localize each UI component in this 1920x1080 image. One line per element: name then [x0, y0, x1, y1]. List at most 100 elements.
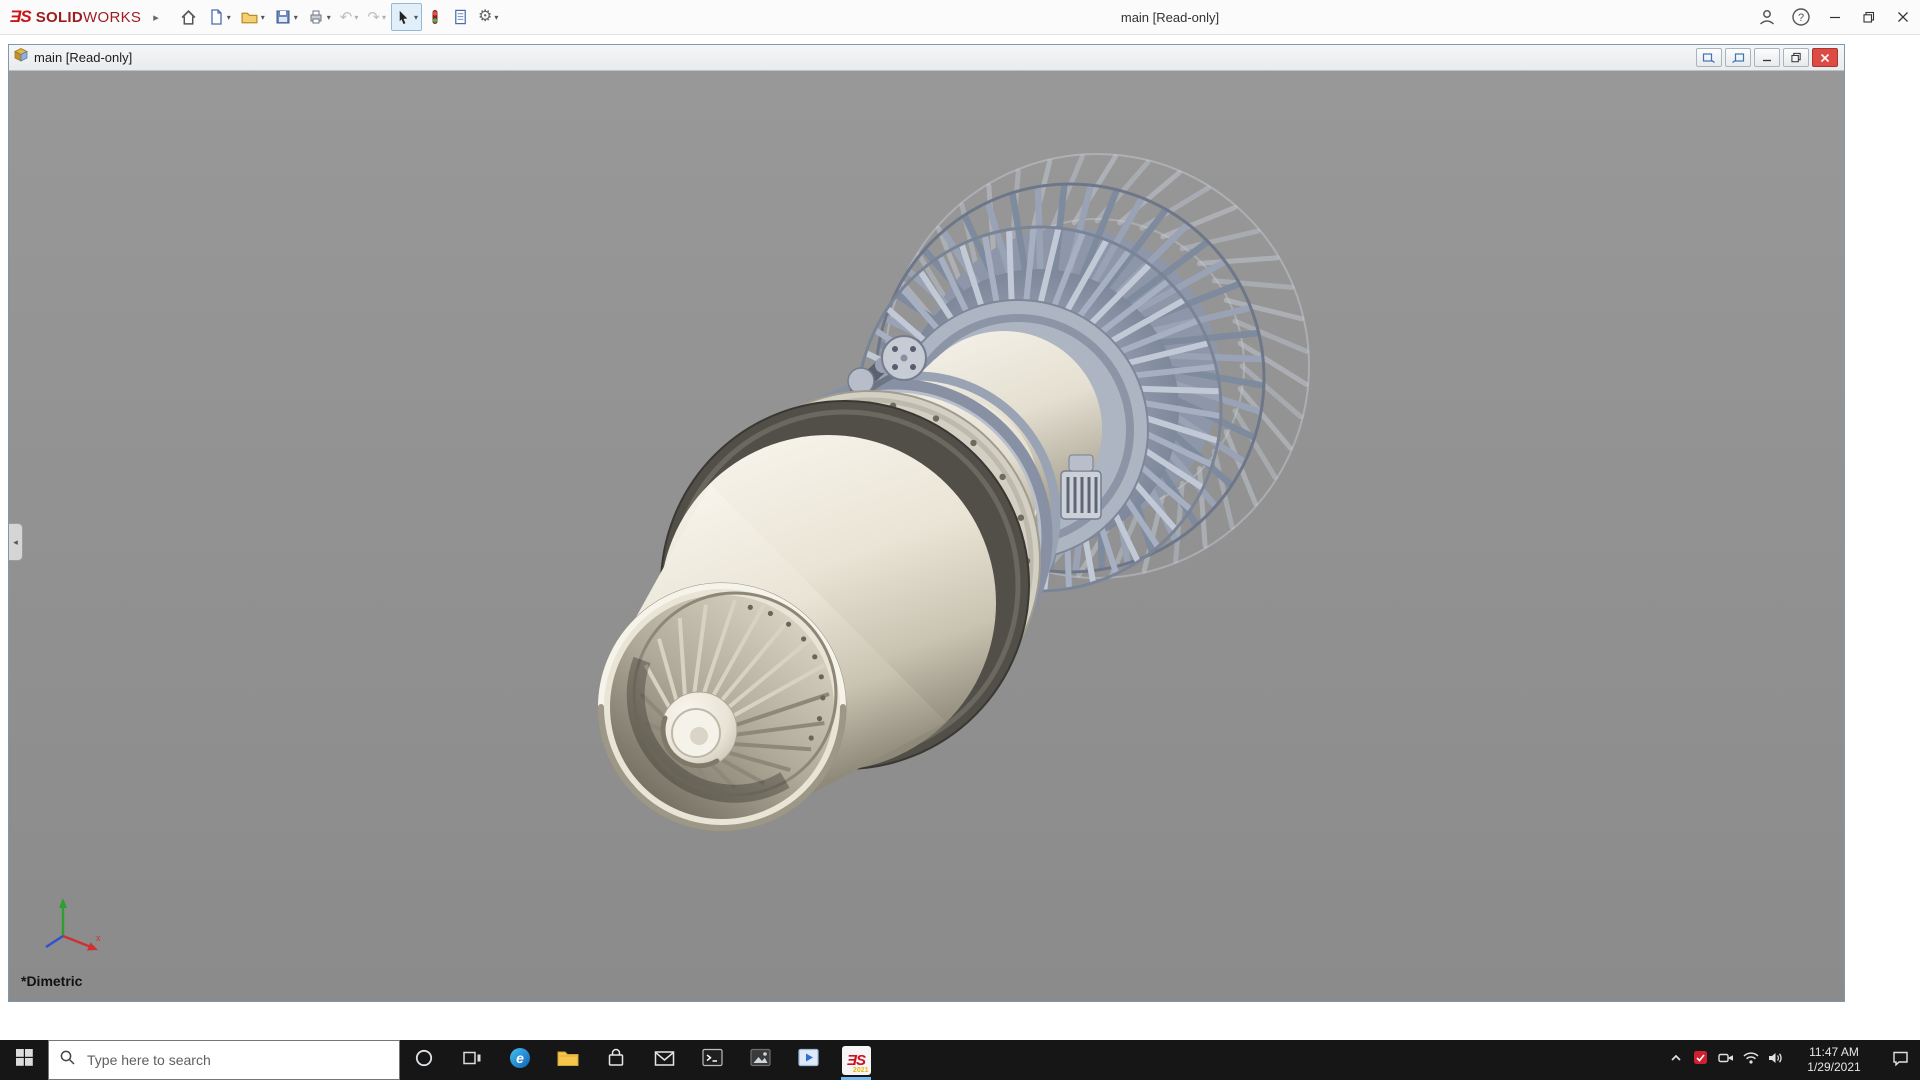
- app-titlebar[interactable]: ƎS SOLIDWORKS ▸ ▾ ▾ ▾ ▾: [0, 0, 1920, 35]
- edge-button[interactable]: e: [496, 1040, 544, 1080]
- chevron-down-icon[interactable]: ▾: [294, 13, 298, 22]
- restore-button[interactable]: [1852, 0, 1886, 34]
- solidworks-monitor-icon: [1693, 1050, 1708, 1070]
- solidworks-app-icon: ƎS 2021: [842, 1046, 871, 1075]
- search-input[interactable]: [85, 1051, 389, 1069]
- edge-icon: e: [508, 1046, 532, 1075]
- cortana-icon: [414, 1048, 434, 1073]
- clock-time: 11:47 AM: [1791, 1045, 1877, 1060]
- terminal-icon: [701, 1047, 724, 1073]
- home-button[interactable]: [175, 3, 202, 31]
- chevron-down-icon[interactable]: ▾: [227, 13, 231, 22]
- store-icon: [605, 1047, 627, 1074]
- select-cursor-icon: [395, 9, 412, 26]
- hidden-icons-button[interactable]: [1663, 1040, 1688, 1080]
- mail-icon: [653, 1048, 676, 1073]
- app-title: main [Read-only]: [420, 10, 1920, 25]
- document-window-controls: [1696, 48, 1840, 67]
- redo-icon: ↷: [367, 8, 380, 26]
- help-button[interactable]: ?: [1784, 0, 1818, 34]
- close-icon: [1897, 11, 1909, 23]
- restore-icon: [1863, 11, 1875, 23]
- file-explorer-icon: [556, 1047, 580, 1074]
- volume-button[interactable]: [1763, 1040, 1788, 1080]
- file-explorer-button[interactable]: [544, 1040, 592, 1080]
- chevron-down-icon[interactable]: ▾: [382, 13, 386, 22]
- solidworks-monitor-tray-button[interactable]: [1688, 1040, 1713, 1080]
- chevron-down-icon[interactable]: ▾: [494, 13, 498, 22]
- undo-button[interactable]: ↶ ▾: [336, 3, 363, 31]
- options-button[interactable]: ⚙ ▾: [474, 3, 502, 31]
- pane-left-button[interactable]: [1696, 48, 1722, 67]
- solidworks-app: ƎS SOLIDWORKS ▸ ▾ ▾ ▾ ▾: [0, 0, 1920, 1080]
- new-document-button[interactable]: ▾: [203, 3, 235, 31]
- task-view-icon: [462, 1049, 482, 1072]
- terminal-button[interactable]: [688, 1040, 736, 1080]
- file-properties-button[interactable]: [448, 3, 473, 31]
- taskbar: e ƎS 2021: [0, 1040, 1920, 1080]
- home-icon: [179, 8, 198, 27]
- redo-button[interactable]: ↷ ▾: [363, 3, 390, 31]
- photos-button[interactable]: [736, 1040, 784, 1080]
- save-icon: [274, 8, 292, 26]
- chevron-down-icon[interactable]: ▾: [327, 13, 331, 22]
- chevron-down-icon[interactable]: ▾: [414, 13, 418, 22]
- solidworks-version-badge: 2021: [853, 1067, 869, 1074]
- solidworks-taskbar-button[interactable]: ƎS 2021: [832, 1040, 880, 1080]
- photos-icon: [749, 1047, 772, 1073]
- save-button[interactable]: ▾: [270, 3, 302, 31]
- print-button[interactable]: ▾: [303, 3, 335, 31]
- minimize-button[interactable]: [1818, 0, 1852, 34]
- rebuild-icon: [427, 8, 443, 26]
- taskbar-search[interactable]: [48, 1040, 400, 1080]
- undo-icon: ↶: [340, 8, 353, 26]
- select-tool-button[interactable]: ▾: [391, 3, 422, 31]
- media-player-button[interactable]: [784, 1040, 832, 1080]
- search-icon: [59, 1049, 76, 1071]
- cortana-button[interactable]: [400, 1040, 448, 1080]
- network-button[interactable]: [1738, 1040, 1763, 1080]
- task-view-button[interactable]: [448, 1040, 496, 1080]
- system-tray: 11:47 AM 1/29/2021: [1663, 1040, 1920, 1080]
- media-player-icon: [797, 1047, 820, 1073]
- view-orientation-label: *Dimetric: [21, 973, 82, 989]
- document-titlebar[interactable]: main [Read-only]: [9, 45, 1844, 71]
- taskbar-clock[interactable]: 11:47 AM 1/29/2021: [1788, 1045, 1880, 1075]
- rebuild-button[interactable]: [423, 3, 447, 31]
- meet-now-icon: [1717, 1050, 1735, 1071]
- mail-button[interactable]: [640, 1040, 688, 1080]
- start-button[interactable]: [0, 1040, 48, 1080]
- ds-logo-icon: ƎS: [10, 7, 31, 27]
- print-icon: [307, 8, 325, 26]
- open-folder-icon: [240, 8, 259, 27]
- toolbar-flyout-icon[interactable]: ▸: [153, 11, 159, 24]
- pane-right-button[interactable]: [1725, 48, 1751, 67]
- svg-text:?: ?: [1798, 12, 1804, 24]
- open-button[interactable]: ▾: [236, 3, 269, 31]
- action-center-icon: [1891, 1049, 1910, 1072]
- solidworks-brand: ƎS SOLIDWORKS: [0, 7, 147, 27]
- doc-close-button[interactable]: [1812, 48, 1838, 67]
- brand-name: SOLIDWORKS: [36, 9, 142, 26]
- speaker-icon: [1767, 1050, 1785, 1071]
- close-button[interactable]: [1886, 0, 1920, 34]
- doc-minimize-button[interactable]: [1754, 48, 1780, 67]
- svg-text:e: e: [516, 1050, 524, 1066]
- store-button[interactable]: [592, 1040, 640, 1080]
- meet-now-button[interactable]: [1713, 1040, 1738, 1080]
- file-properties-icon: [452, 8, 469, 26]
- account-button[interactable]: [1750, 0, 1784, 34]
- action-center-button[interactable]: [1880, 1040, 1920, 1080]
- document-window: main [Read-only]: [8, 44, 1845, 1002]
- windows-logo-icon: [16, 1049, 33, 1071]
- assembly-icon: [13, 47, 29, 68]
- z-axis: [46, 936, 63, 947]
- collapsed-panel-tab[interactable]: ◂: [9, 523, 23, 561]
- chevron-down-icon[interactable]: ▾: [261, 13, 265, 22]
- viewport-3d[interactable]: x *Dimetric ◂: [9, 71, 1844, 1001]
- new-document-icon: [207, 8, 225, 26]
- x-axis-label: x: [96, 933, 101, 943]
- doc-restore-button[interactable]: [1783, 48, 1809, 67]
- chevron-down-icon[interactable]: ▾: [354, 13, 358, 22]
- gear-icon: ⚙: [478, 9, 492, 25]
